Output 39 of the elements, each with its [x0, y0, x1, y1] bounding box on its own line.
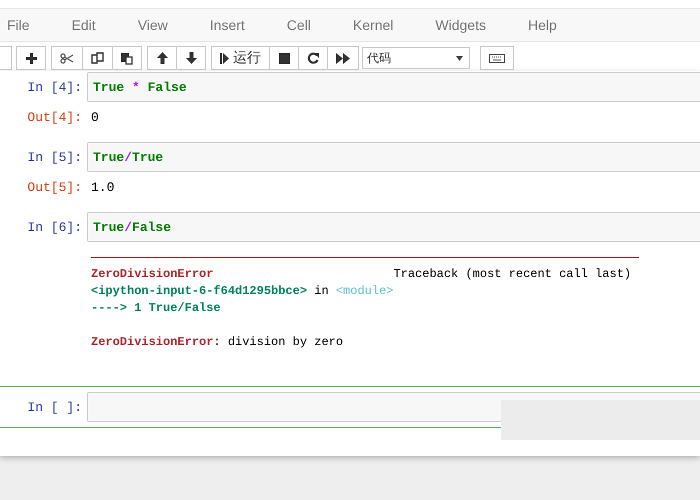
fast-forward-icon: [336, 52, 350, 64]
cut-button[interactable]: [51, 46, 83, 70]
traceback-line: ZeroDivisionError Traceback (most recent call last): [91, 266, 632, 283]
keyboard-button[interactable]: [480, 46, 514, 70]
input-prompt: In [6]:: [26, 220, 83, 234]
step-icon: [220, 52, 229, 64]
plus-icon: [26, 52, 36, 64]
copy-button[interactable]: [82, 46, 113, 70]
paste-button[interactable]: [112, 46, 142, 70]
output-text: 0: [90, 110, 99, 124]
up-button[interactable]: [147, 46, 177, 70]
restart-icon: [307, 52, 319, 64]
run-button[interactable]: 运行: [211, 46, 270, 70]
output-text: 1.0: [90, 180, 114, 194]
input-prompt: In [ ]:: [26, 400, 83, 414]
arrow-up-icon: [156, 52, 168, 64]
down-button[interactable]: [176, 46, 206, 70]
stop-icon: [278, 52, 290, 64]
input-prompt: In [4]:: [26, 80, 83, 94]
input-prompt: In [5]:: [26, 150, 83, 164]
traceback-line: <ipython-input-6-f64d1295bbce> in <module>: [91, 283, 394, 300]
error-message: ZeroDivisionError: division by zero: [91, 334, 344, 351]
arrow-down-icon: [186, 52, 196, 64]
cell-type-dropdown[interactable]: 代码: [362, 47, 470, 69]
paste-icon: [121, 52, 133, 64]
traceback-line: ----> 1 True/False: [91, 300, 221, 317]
fastforward-button[interactable]: [327, 46, 359, 70]
code-input[interactable]: True/True: [87, 142, 700, 172]
scissors-icon: [60, 52, 74, 64]
keyboard-icon: [489, 54, 505, 62]
output-prompt: Out[4]:: [26, 110, 83, 124]
code-input[interactable]: True/False: [87, 212, 700, 242]
output-prompt: Out[5]:: [26, 180, 83, 194]
code-input[interactable]: True * False: [87, 72, 700, 102]
caret-icon: [456, 56, 463, 60]
add-button[interactable]: [16, 46, 46, 70]
stop-button[interactable]: [269, 46, 299, 70]
copy-icon: [91, 52, 104, 64]
restart-button[interactable]: [298, 46, 328, 70]
